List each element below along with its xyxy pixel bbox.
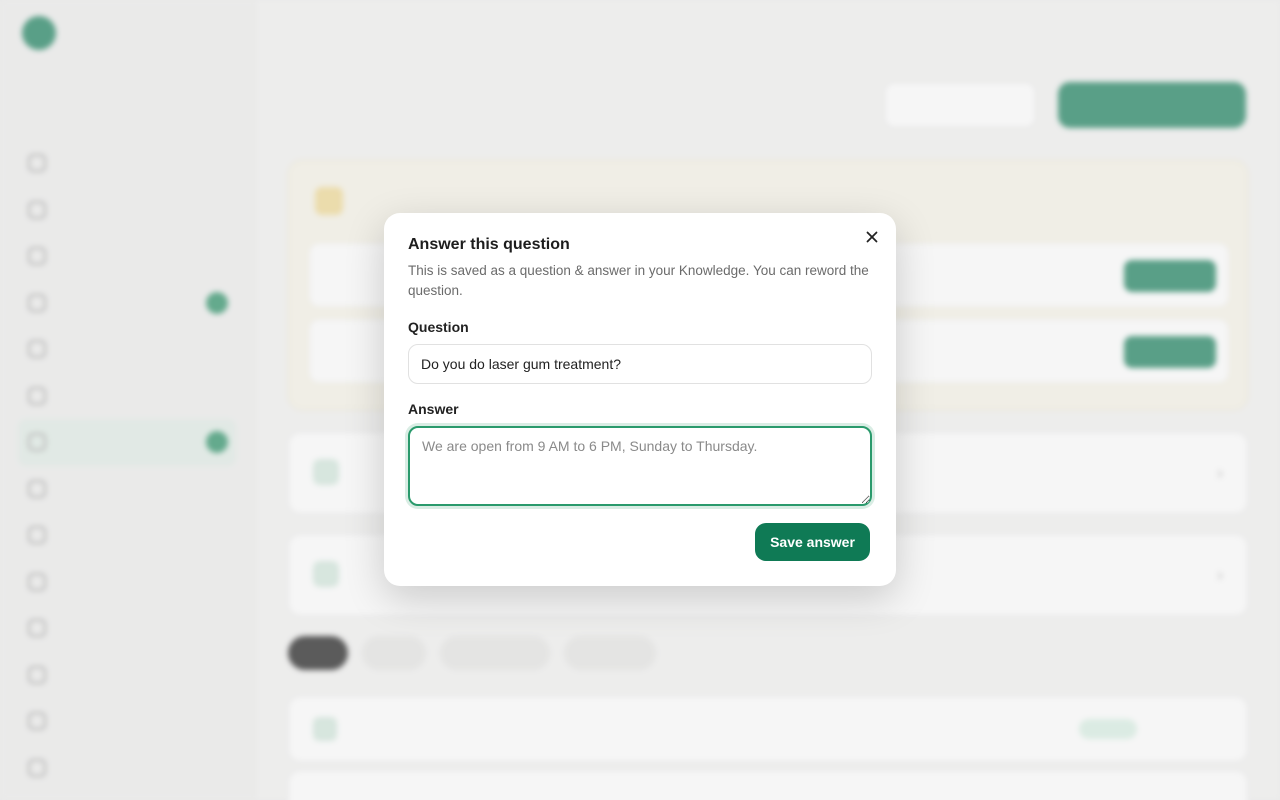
question-label: Question <box>408 319 469 335</box>
save-answer-button[interactable]: Save answer <box>755 523 870 561</box>
answer-question-dialog: Answer this question This is saved as a … <box>384 213 896 586</box>
dialog-description: This is saved as a question & answer in … <box>408 263 869 298</box>
answer-label: Answer <box>408 401 459 417</box>
dialog-title: Answer this question <box>408 236 570 253</box>
question-input[interactable] <box>408 344 872 384</box>
close-icon[interactable] <box>862 227 882 247</box>
answer-textarea[interactable] <box>408 426 872 506</box>
